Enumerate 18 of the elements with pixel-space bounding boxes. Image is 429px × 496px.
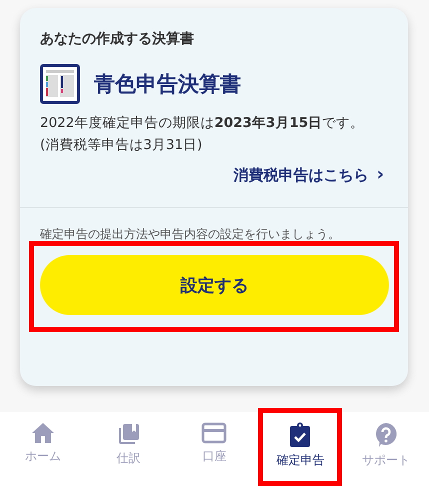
deadline-text: 2022年度確定申告の期限は2023年3月15日です。: [40, 114, 366, 133]
consumption-tax-link[interactable]: 消費税申告はこちら ›: [234, 164, 384, 185]
nav-tab[interactable]: サポート: [358, 412, 414, 472]
document-title: 青色申告決算書: [94, 71, 241, 98]
nav-tab[interactable]: 仕訳: [112, 412, 145, 472]
home-icon: [30, 422, 55, 444]
nav-tab[interactable]: 口座: [197, 412, 232, 472]
instruction-text: 確定申告の提出方法や申告内容の設定を行いましょう。: [40, 226, 341, 243]
card-icon: [201, 422, 228, 444]
nav-tab[interactable]: 確定申告: [272, 412, 328, 472]
help-icon: [373, 422, 400, 448]
settings-button[interactable]: 設定する: [40, 255, 389, 315]
books-icon: [116, 422, 141, 446]
clipboard-check-icon: [289, 422, 312, 448]
section-heading: あなたの作成する決算書: [40, 30, 195, 48]
nav-tab[interactable]: ホーム: [20, 412, 65, 472]
document-icon: [40, 64, 80, 104]
note-text: (消費税等申告は3月31日): [40, 136, 204, 155]
